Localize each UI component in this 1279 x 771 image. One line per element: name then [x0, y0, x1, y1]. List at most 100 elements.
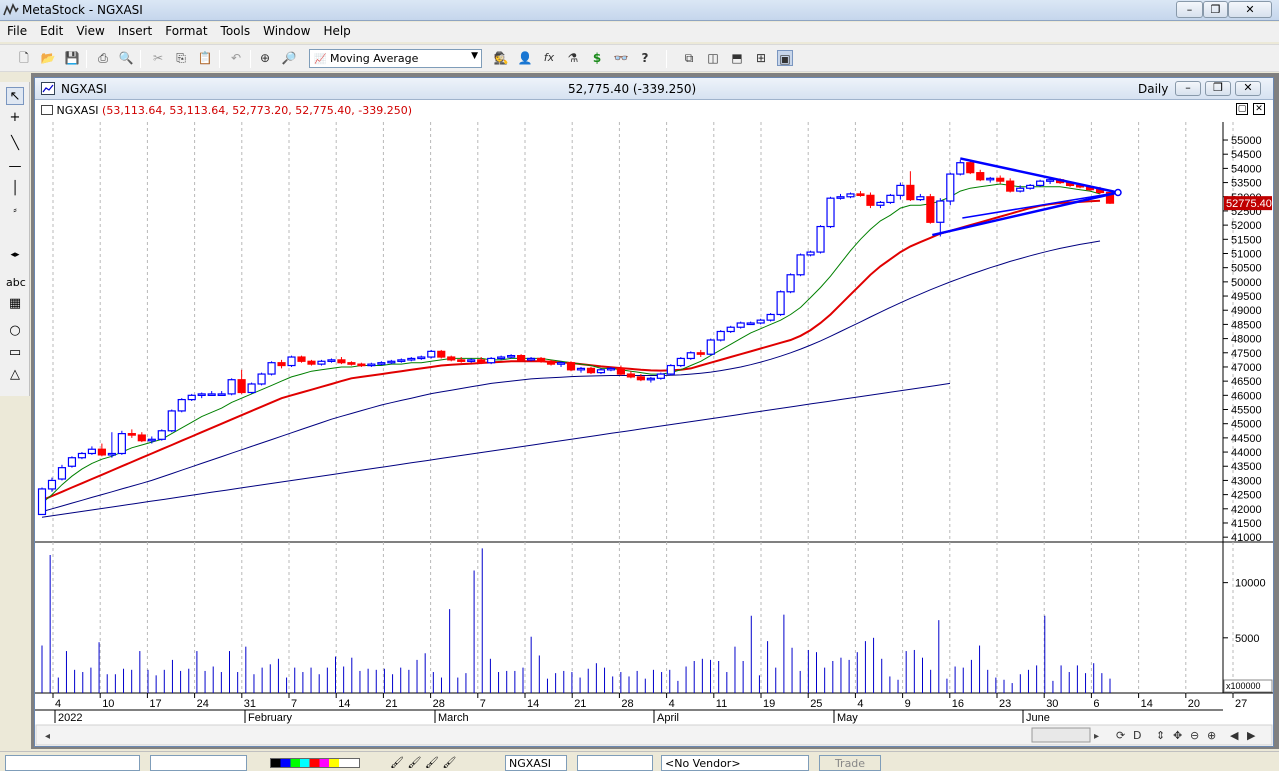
- crosshair-tool-icon[interactable]: +: [6, 109, 24, 127]
- last-price-tag-label: 52775.40: [1226, 198, 1272, 210]
- context-help-icon[interactable]: ?: [637, 50, 653, 66]
- undo-icon[interactable]: ↶: [228, 50, 244, 66]
- main-toolbar: 🗋 📂 💾 ⎙ 🔍 ✂ ⎘ 📋 ↶ ⊕ 🔎 📈 Moving Average ▼…: [0, 44, 1279, 72]
- line-style-select[interactable]: [5, 755, 140, 771]
- vertical-line-icon[interactable]: │: [6, 180, 24, 198]
- scroll-start-icon[interactable]: ◀: [1230, 729, 1239, 742]
- candle: [676, 357, 685, 367]
- print-preview-icon[interactable]: 🔍: [118, 50, 134, 66]
- menu-window[interactable]: Window: [256, 22, 316, 38]
- menu-help[interactable]: Help: [316, 22, 356, 38]
- open-folder-icon[interactable]: 📂: [40, 50, 56, 66]
- trendline-icon[interactable]: ╲: [6, 135, 24, 153]
- indicator-select[interactable]: 📈 Moving Average ▼: [309, 49, 482, 68]
- explorer-icon[interactable]: 🕵: [493, 50, 509, 66]
- pointer-icon[interactable]: ↖: [6, 87, 24, 105]
- text-tool-icon[interactable]: abc: [6, 274, 26, 292]
- menu-tools[interactable]: Tools: [214, 22, 257, 38]
- x-tick-label: 21: [385, 698, 397, 710]
- candle-body: [626, 373, 635, 378]
- price-tick-label: 41000: [1231, 532, 1262, 544]
- save-icon[interactable]: 💾: [64, 50, 80, 66]
- price-chart[interactable]: 4 10 17 24 31 7 14 21 28 7 14 21 28 4 11 19 25 4 9 16 23 30 6 1…: [35, 78, 1275, 748]
- zoom-fit-icon[interactable]: ⇕: [1156, 729, 1165, 742]
- menu-format[interactable]: Format: [158, 22, 213, 38]
- minimize-button[interactable]: –: [1176, 1, 1203, 18]
- rectangle-icon[interactable]: ▭: [6, 344, 24, 362]
- paste-icon[interactable]: 📋: [197, 50, 213, 66]
- candle-body: [457, 359, 466, 362]
- tile-vertical-icon[interactable]: ◫: [705, 50, 721, 66]
- triangle-icon[interactable]: △: [6, 366, 24, 384]
- close-button[interactable]: ✕: [1228, 1, 1272, 18]
- x-tick-label: 23: [999, 698, 1011, 710]
- tile-horizontal-icon[interactable]: ⬒: [729, 50, 745, 66]
- candle: [586, 366, 596, 375]
- crosshair-icon[interactable]: ⊕: [257, 50, 273, 66]
- security-dropdown[interactable]: [577, 755, 653, 771]
- pan-icon[interactable]: ✥: [1173, 729, 1182, 742]
- vendor-dropdown[interactable]: <No Vendor>: [661, 755, 809, 771]
- candle-body: [127, 433, 136, 436]
- price-tick-label: 51000: [1231, 248, 1262, 260]
- candle: [267, 361, 276, 376]
- print-icon[interactable]: ⎙: [95, 50, 111, 66]
- style-tool-icons[interactable]: 🖌 🖌 🖌 🖌: [390, 756, 456, 769]
- trade-button[interactable]: Trade: [819, 755, 881, 771]
- scroll-refresh-icon[interactable]: ⟳: [1116, 729, 1125, 742]
- horizontal-line-icon[interactable]: —: [6, 158, 24, 176]
- expert-icon[interactable]: 👤: [517, 50, 533, 66]
- candle-body: [107, 452, 116, 456]
- candle-body: [277, 362, 286, 367]
- x-tick-label: 14: [338, 698, 350, 710]
- candle-body: [297, 356, 306, 362]
- candle: [1036, 179, 1045, 187]
- dollar-icon[interactable]: $: [589, 50, 605, 66]
- grid-tool-icon[interactable]: ▦: [6, 295, 24, 313]
- ellipse-icon[interactable]: ○: [6, 322, 24, 340]
- cut-icon[interactable]: ✂: [150, 50, 166, 66]
- copy-icon[interactable]: ⎘: [173, 50, 189, 66]
- binoculars-icon[interactable]: 👓: [613, 50, 629, 66]
- layout-toggle-icon[interactable]: ▣: [777, 50, 793, 66]
- menu-file[interactable]: File: [0, 22, 33, 38]
- candle-body: [526, 357, 536, 361]
- security-field[interactable]: NGXASI: [505, 755, 567, 771]
- candle-body: [976, 172, 985, 181]
- fibonacci-icon[interactable]: ⸗: [6, 202, 24, 220]
- month-label: June: [1026, 712, 1050, 724]
- cascade-windows-icon[interactable]: ⧉: [681, 50, 697, 66]
- price-tick-label: 51500: [1231, 234, 1262, 246]
- indicator-builder-icon[interactable]: fx: [541, 50, 557, 66]
- title-bar: MetaStock - NGXASI – ❐ ✕: [0, 0, 1279, 21]
- candle-body: [966, 162, 975, 174]
- new-file-icon[interactable]: 🗋: [16, 50, 32, 66]
- color-palette[interactable]: [270, 758, 360, 768]
- candle: [546, 359, 556, 366]
- maximize-button[interactable]: ❐: [1203, 1, 1228, 18]
- price-tick-label: 42000: [1231, 504, 1262, 516]
- zoom-icon[interactable]: 🔎: [281, 50, 297, 66]
- candle: [257, 372, 266, 386]
- scroll-end-icon[interactable]: ▶: [1247, 729, 1256, 742]
- candle-body: [497, 356, 506, 360]
- line-weight-select[interactable]: [150, 755, 247, 771]
- inner-restore-icon[interactable]: ▢: [1236, 103, 1248, 115]
- tool-scroll-icon[interactable]: ◂▸: [6, 246, 24, 264]
- system-tester-icon[interactable]: ⚗: [565, 50, 581, 66]
- month-label: May: [837, 712, 858, 724]
- legend-symbol: NGXASI: [56, 104, 99, 117]
- candle: [307, 359, 316, 366]
- zoom-in-icon[interactable]: ⊕: [1207, 729, 1216, 742]
- menu-edit[interactable]: Edit: [33, 22, 69, 38]
- tile-grid-icon[interactable]: ⊞: [753, 50, 769, 66]
- menu-insert[interactable]: Insert: [111, 22, 158, 38]
- candle: [886, 193, 895, 204]
- daily-icon[interactable]: D: [1133, 729, 1141, 742]
- candle-body: [906, 184, 915, 201]
- inner-close-icon[interactable]: ✕: [1253, 103, 1265, 115]
- candle-body: [487, 357, 496, 364]
- zoom-out-icon[interactable]: ⊖: [1190, 729, 1199, 742]
- menu-view[interactable]: View: [69, 22, 110, 38]
- candle-body: [337, 359, 346, 364]
